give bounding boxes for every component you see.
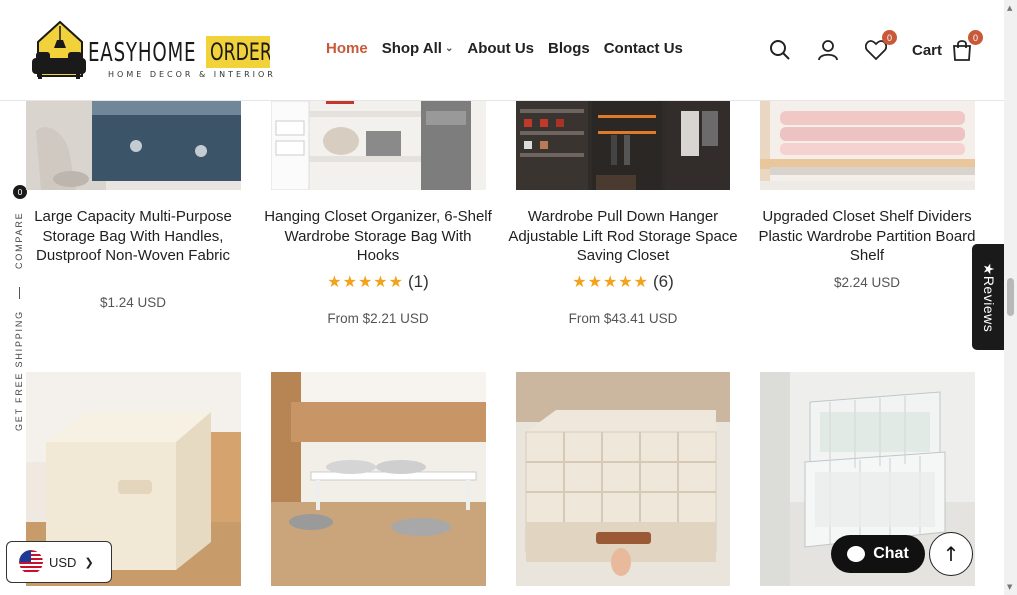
product-image-pulldown-hanger[interactable]	[516, 101, 730, 190]
product-title-shelf-dividers[interactable]: Upgraded Closet Shelf Dividers Plastic W…	[752, 207, 982, 266]
product-image-hanging-organizer[interactable]	[271, 101, 486, 190]
product-image-storage-bag[interactable]	[26, 101, 241, 190]
product-price-storage-bag: $1.24 USD	[99, 295, 167, 310]
page-scrollbar[interactable]: ▲ ▼	[1004, 0, 1017, 595]
reviews-tab[interactable]: ★Reviews	[972, 244, 1005, 350]
chat-bubble-icon	[847, 546, 866, 562]
nav-shop-all[interactable]: Shop All ⌄	[382, 40, 454, 57]
nav-home[interactable]: Home	[326, 40, 368, 57]
chat-button-label: Chat	[873, 545, 909, 562]
product-price-pulldown-hanger: From $43.41 USD	[568, 311, 678, 326]
product-title-pulldown-hanger[interactable]: Wardrobe Pull Down Hanger Adjustable Lif…	[508, 207, 738, 266]
brand-tagline: HOME DECOR & INTERIOR	[108, 70, 276, 79]
scrollbar-thumb[interactable]	[1007, 278, 1014, 316]
brand-name-order: ORDER	[206, 36, 270, 68]
cart-icon[interactable]: 0	[950, 30, 984, 62]
brand-name-easyhome: EASYHOME	[88, 38, 197, 68]
chevron-down-icon: ❯	[84, 556, 94, 569]
search-icon[interactable]	[768, 38, 792, 62]
brand-logo[interactable]: EASYHOME ORDER HOME DECOR & INTERIOR	[30, 18, 275, 82]
chevron-down-icon: ⌄	[444, 43, 454, 54]
wishlist-heart-icon[interactable]: 0	[864, 30, 897, 62]
nav-contact-us[interactable]: Contact Us	[604, 40, 683, 57]
compare-count-badge: 0	[13, 185, 27, 199]
reviews-tab-label: ★Reviews	[981, 262, 997, 332]
back-to-top-button[interactable]: ↑	[929, 532, 973, 576]
currency-selector[interactable]: USD ❯	[6, 541, 112, 583]
product-image-shoe-rack[interactable]	[271, 372, 486, 586]
scroll-up-arrow-icon[interactable]: ▲	[1007, 4, 1012, 12]
cart-count-badge: 0	[968, 30, 984, 45]
product-title-hanging-organizer[interactable]: Hanging Closet Organizer, 6-Shelf Wardro…	[263, 207, 493, 266]
scroll-down-arrow-icon[interactable]: ▼	[1007, 583, 1012, 591]
chat-button[interactable]: Chat	[831, 535, 925, 573]
product-image-shelf-dividers[interactable]	[760, 101, 975, 190]
rating-count: (6)	[652, 272, 674, 291]
product-image-grid-storage-box[interactable]	[516, 372, 730, 586]
site-header: EASYHOME ORDER HOME DECOR & INTERIOR Hom…	[0, 0, 1004, 101]
arrow-up-icon: ↑	[942, 542, 960, 566]
house-logo-icon	[32, 20, 86, 79]
main-nav: Home Shop All ⌄ About Us Blogs Contact Us	[326, 40, 683, 57]
cart-label[interactable]: Cart	[912, 42, 942, 59]
us-flag-icon	[19, 550, 43, 574]
product-price-shelf-dividers: $2.24 USD	[833, 275, 901, 290]
product-title-storage-bag[interactable]: Large Capacity Multi-Purpose Storage Bag…	[18, 207, 248, 266]
product-rating-hanging-organizer: ★★★★★ (1)	[263, 272, 493, 292]
nav-blogs[interactable]: Blogs	[548, 40, 590, 57]
nav-about-us[interactable]: About Us	[467, 40, 534, 57]
product-rating-pulldown-hanger: ★★★★★ (6)	[508, 272, 738, 292]
rating-stars-icon: ★★★★★	[327, 272, 404, 291]
rating-count: (1)	[407, 272, 429, 291]
free-shipping-link[interactable]: GET FREE SHIPPING	[14, 310, 24, 431]
product-price-hanging-organizer: From $2.21 USD	[327, 311, 429, 326]
user-icon[interactable]	[816, 38, 840, 62]
wishlist-count-badge: 0	[882, 30, 897, 45]
currency-code: USD	[49, 554, 77, 570]
header-actions: 0 Cart 0	[768, 30, 984, 62]
rating-stars-icon: ★★★★★	[572, 272, 649, 291]
